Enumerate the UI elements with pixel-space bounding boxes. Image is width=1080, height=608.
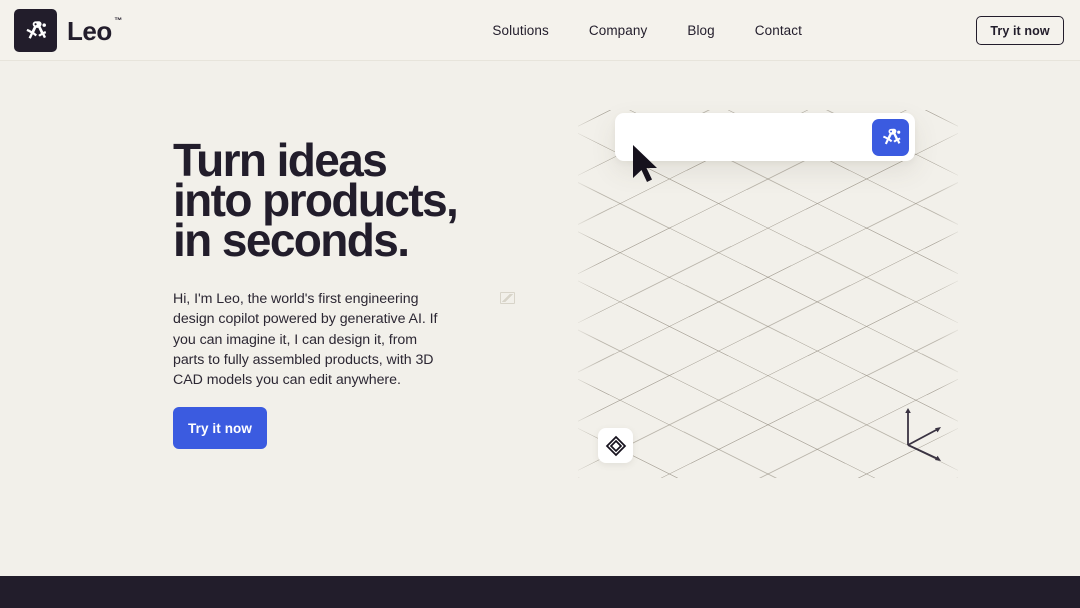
nav-item-blog[interactable]: Blog — [667, 23, 734, 38]
brand-logo[interactable]: Leo ™ — [14, 9, 122, 52]
hero-text-block: Turn ideas into products, in seconds. — [173, 134, 513, 266]
isometric-cube-icon[interactable] — [598, 428, 633, 463]
page-title: Turn ideas into products, in seconds. — [173, 134, 459, 266]
nav-item-company[interactable]: Company — [569, 23, 667, 38]
3d-axis-gizmo-icon — [898, 405, 948, 470]
brand-name-text: Leo — [67, 15, 112, 46]
compass-send-icon[interactable] — [872, 118, 909, 156]
nav-item-contact[interactable]: Contact — [735, 23, 822, 38]
nav-item-solutions[interactable]: Solutions — [472, 23, 568, 38]
broken-image-icon — [500, 292, 515, 304]
hero-subcopy: Hi, I'm Leo, the world's first engineeri… — [173, 291, 438, 389]
compass-logo-icon — [14, 9, 57, 52]
mouse-pointer-icon — [631, 144, 661, 189]
landing-page: Leo ™ Solutions Company Blog Contact Try … — [0, 0, 1080, 608]
brand-name: Leo ™ — [67, 15, 122, 46]
header-try-it-now-button[interactable]: Try it now — [976, 16, 1064, 45]
main-navigation: Solutions Company Blog Contact — [472, 0, 822, 61]
site-header: Leo ™ Solutions Company Blog Contact Try … — [0, 0, 1080, 61]
hero-try-it-now-button[interactable]: Try it now — [173, 407, 267, 449]
trademark-symbol: ™ — [114, 15, 122, 25]
footer-band — [0, 576, 1080, 608]
